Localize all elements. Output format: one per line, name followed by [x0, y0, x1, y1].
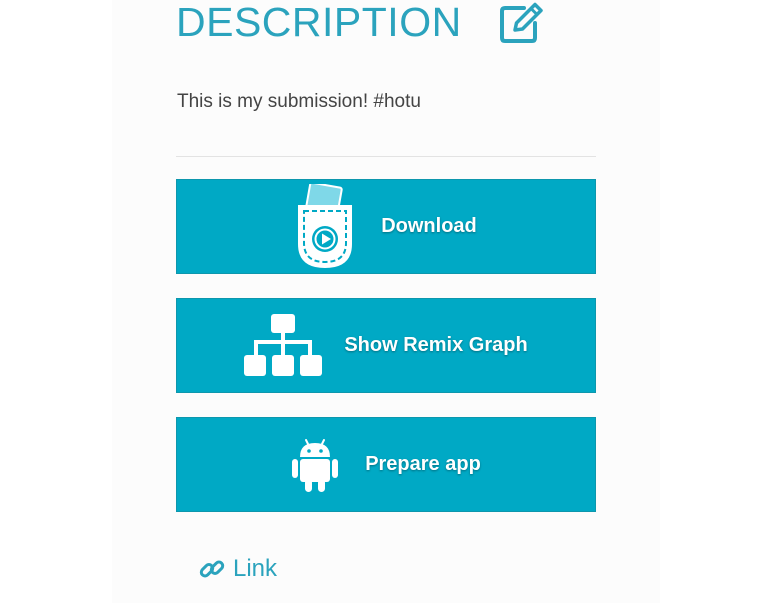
hierarchy-icon: [244, 313, 323, 376]
prepare-app-label: Prepare app: [365, 453, 481, 475]
download-button[interactable]: Download: [176, 179, 596, 274]
divider: [176, 156, 596, 157]
chain-link-icon: [199, 560, 225, 578]
link-label: Link: [233, 555, 278, 582]
android-icon: [292, 438, 339, 492]
show-remix-graph-button[interactable]: Show Remix Graph: [176, 298, 596, 393]
pocket-play-icon: [298, 183, 353, 268]
download-label: Download: [381, 215, 477, 237]
link-button[interactable]: Link: [199, 552, 277, 586]
prepare-app-button[interactable]: Prepare app: [176, 417, 596, 512]
description-text: This is my submission! #hotu: [177, 91, 421, 112]
edit-pencil-icon[interactable]: [498, 1, 544, 43]
description-header: DESCRIPTION: [176, 0, 544, 44]
description-title: DESCRIPTION: [176, 0, 462, 45]
show-remix-graph-label: Show Remix Graph: [344, 334, 528, 356]
